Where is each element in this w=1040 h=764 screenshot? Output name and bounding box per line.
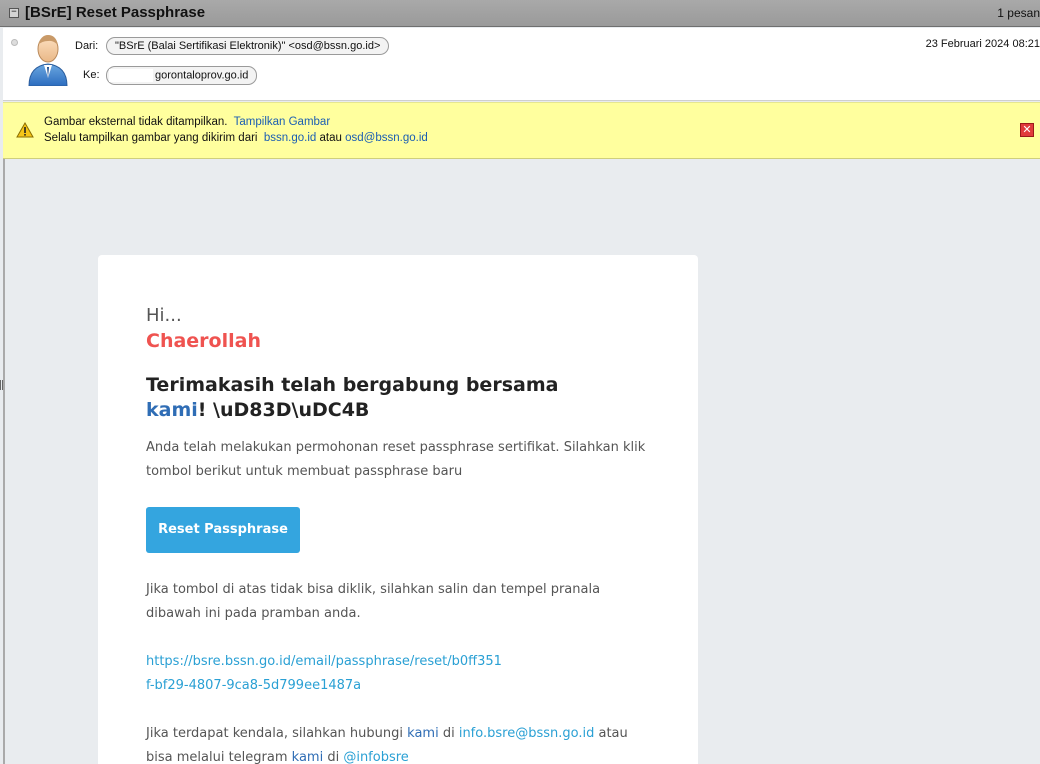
thanks-kami: kami: [146, 399, 198, 421]
pane-border: [3, 159, 5, 764]
reset-url-link[interactable]: https://bsre.bssn.go.id/email/passphrase…: [146, 650, 506, 698]
email-body-card: Hi... Chaerollah Terimakasih telah berga…: [98, 255, 698, 764]
recipient-name: Chaerollah: [146, 330, 261, 352]
to-address-text: gorontaloprov.go.id: [155, 69, 249, 82]
to-label: Ke:: [83, 69, 100, 81]
contact-kami-1: kami: [407, 726, 439, 741]
fallback-paragraph: Jika tombol di atas tidak bisa diklik, s…: [146, 582, 601, 621]
contact-text-4: di: [323, 750, 344, 764]
warning-line-2: Selalu tampilkan gambar yang dikirim dar…: [44, 132, 428, 144]
reset-passphrase-button[interactable]: Reset Passphrase: [146, 507, 300, 553]
thanks-prefix: Terimakasih telah bergabung bersama: [146, 374, 559, 396]
greeting: Hi...: [146, 305, 182, 326]
email-subject: [BSrE] Reset Passphrase: [25, 4, 206, 21]
always-show-sender-link[interactable]: osd@bssn.go.id: [345, 132, 428, 144]
avatar-icon: [28, 35, 68, 86]
contact-text-2: di: [438, 726, 459, 741]
message-count: 1 pesan: [997, 6, 1040, 20]
read-dot-icon[interactable]: [11, 39, 18, 46]
title-bar: − [BSrE] Reset Passphrase 1 pesan: [0, 0, 1040, 27]
warning-line-1: Gambar eksternal tidak ditampilkan. Tamp…: [44, 116, 330, 128]
telegram-link[interactable]: @infobsre: [343, 750, 408, 764]
external-images-warning: Gambar eksternal tidak ditampilkan. Tamp…: [3, 102, 1040, 159]
redacted-block: [109, 69, 153, 82]
splitter-handle[interactable]: [0, 380, 3, 390]
always-show-or: atau: [319, 132, 342, 144]
always-show-domain-link[interactable]: bssn.go.id: [264, 132, 316, 144]
warning-icon: [16, 122, 34, 138]
contact-text-1: Jika terdapat kendala, silahkan hubungi: [146, 726, 408, 741]
from-address[interactable]: "BSrE (Balai Sertifikasi Elektronik)" <o…: [106, 37, 390, 55]
thanks-heading: Terimakasih telah bergabung bersama kami…: [146, 373, 606, 423]
to-address[interactable]: gorontaloprov.go.id: [106, 66, 258, 85]
contact-email-link[interactable]: info.bsre@bssn.go.id: [459, 726, 595, 741]
close-icon[interactable]: ✕: [1020, 123, 1034, 137]
thanks-suffix: ! \uD83D\uDC4B: [197, 399, 370, 421]
from-label: Dari:: [75, 40, 99, 52]
warning-text: Gambar eksternal tidak ditampilkan.: [44, 116, 228, 128]
always-show-text: Selalu tampilkan gambar yang dikirim dar…: [44, 132, 258, 144]
email-header: Dari: "BSrE (Balai Sertifikasi Elektroni…: [3, 28, 1040, 101]
email-date: 23 Februari 2024 08:21: [925, 38, 1040, 50]
intro-paragraph: Anda telah melakukan permohonan reset pa…: [146, 440, 646, 479]
contact-kami-2: kami: [291, 750, 324, 764]
collapse-icon[interactable]: −: [9, 8, 19, 18]
contact-paragraph: Jika terdapat kendala, silahkan hubungi …: [146, 722, 656, 764]
show-images-link[interactable]: Tampilkan Gambar: [234, 116, 331, 128]
